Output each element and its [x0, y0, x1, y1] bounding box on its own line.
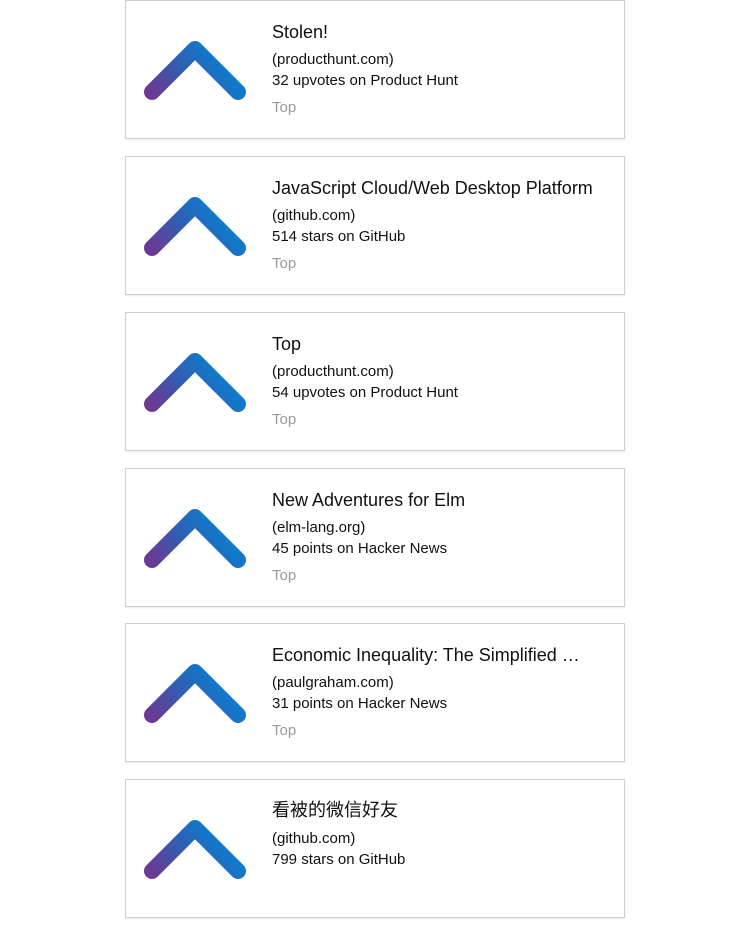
item-title[interactable]: JavaScript Cloud/Web Desktop Platform [272, 177, 612, 199]
item-domain: (paulgraham.com) [272, 674, 394, 691]
item-tag: Top [272, 567, 297, 584]
item-domain: (github.com) [272, 207, 356, 224]
item-title[interactable]: 看被的微信好友 [272, 800, 612, 822]
upvote-chevron-icon[interactable] [140, 349, 250, 415]
feed-card[interactable]: Stolen! (producthunt.com) 32 upvotes on … [125, 0, 625, 139]
item-stats: 31 points on Hacker News [272, 695, 448, 712]
item-stats: 514 stars on GitHub [272, 228, 406, 245]
upvote-chevron-icon[interactable] [140, 193, 250, 259]
item-stats: 45 points on Hacker News [272, 540, 448, 557]
feed-card[interactable]: Top (producthunt.com) 54 upvotes on Prod… [125, 312, 625, 451]
item-title[interactable]: New Adventures for Elm [272, 489, 612, 511]
item-title[interactable]: Economic Inequality: The Simplified … [272, 644, 612, 666]
feed-card[interactable]: New Adventures for Elm (elm-lang.org) 45… [125, 468, 625, 607]
item-stats: 54 upvotes on Product Hunt [272, 384, 458, 401]
item-domain: (producthunt.com) [272, 363, 394, 380]
item-title[interactable]: Stolen! [272, 21, 612, 43]
upvote-chevron-icon[interactable] [140, 505, 250, 571]
item-title[interactable]: Top [272, 333, 612, 355]
item-tag: Top [272, 255, 297, 272]
feed-card[interactable]: Economic Inequality: The Simplified … (p… [125, 623, 625, 762]
item-domain: (github.com) [272, 830, 356, 847]
upvote-chevron-icon[interactable] [140, 660, 250, 726]
feed-card[interactable]: JavaScript Cloud/Web Desktop Platform (g… [125, 156, 625, 295]
item-tag: Top [272, 411, 297, 428]
upvote-chevron-icon[interactable] [140, 816, 250, 882]
item-tag: Top [272, 722, 297, 739]
item-stats: 32 upvotes on Product Hunt [272, 72, 458, 89]
item-stats: 799 stars on GitHub [272, 851, 406, 868]
item-domain: (elm-lang.org) [272, 519, 366, 536]
item-domain: (producthunt.com) [272, 51, 394, 68]
item-tag: Top [272, 99, 297, 116]
upvote-chevron-icon[interactable] [140, 37, 250, 103]
feed-card[interactable]: 看被的微信好友 (github.com) 799 stars on GitHub [125, 779, 625, 918]
